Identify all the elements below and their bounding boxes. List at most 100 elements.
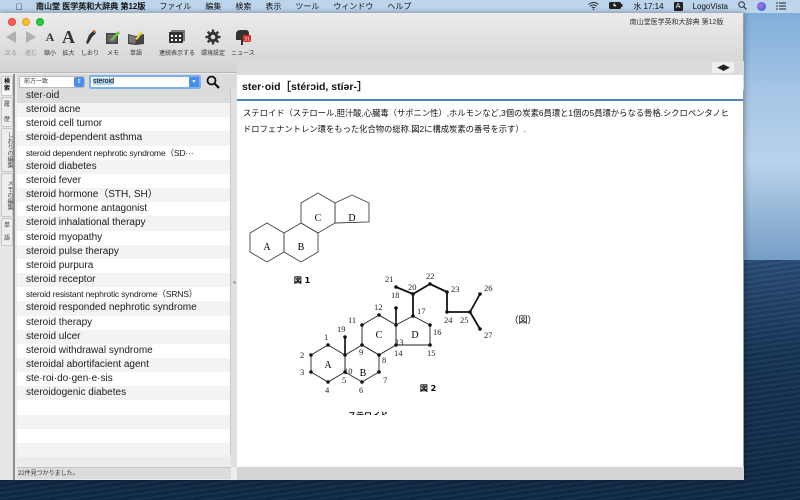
atom-dot	[343, 335, 347, 339]
bookmark-button[interactable]: しおり	[81, 27, 99, 57]
result-list-item[interactable]: steroidal abortifacient agent	[17, 357, 230, 373]
result-list-item[interactable]: steroid myopathy	[17, 231, 230, 245]
steroid-figure: A B C D 図 1 1234567891011121314 15161718…	[249, 192, 537, 415]
wifi-icon[interactable]	[588, 1, 600, 12]
notification-center-icon[interactable]	[776, 1, 786, 12]
result-list-item[interactable]: steroid hormone（STH, SH）	[17, 188, 230, 203]
menu-tools[interactable]: ツール	[295, 1, 319, 12]
result-list-item[interactable]: ste·roi·do·gen·e·sis	[17, 372, 230, 386]
result-list-item[interactable]: steroid pulse therapy	[17, 244, 230, 259]
settings-button[interactable]: 環境設定	[201, 27, 225, 57]
atom-dot	[478, 327, 482, 331]
enlarge-label: 拡大	[62, 51, 75, 57]
atom-dot	[428, 343, 432, 347]
atom-number-label: 22	[426, 271, 435, 281]
search-button[interactable]	[206, 75, 220, 89]
continuous-view-button[interactable]: 連続表示する	[159, 27, 195, 57]
side-tab-strip: 検索 履歴 しおりの編集 メモの編集 単語	[0, 74, 15, 480]
result-list-empty-row	[17, 400, 230, 414]
tab-history[interactable]: 履歴	[1, 97, 13, 127]
menu-help[interactable]: ヘルプ	[387, 1, 411, 12]
wordbook-label: 単語	[130, 51, 143, 57]
fig2-ring-b: B	[360, 368, 367, 379]
shrink-font-button[interactable]: A 縮小	[44, 27, 56, 58]
window-title: 南山堂医学英和大辞典 第12版	[629, 19, 724, 26]
tab-wordbook[interactable]: 単語	[1, 218, 13, 246]
back-button[interactable]: 戻る	[4, 27, 18, 57]
result-list-item[interactable]: steroid receptor	[17, 273, 230, 288]
menu-file[interactable]: ファイル	[159, 1, 191, 12]
atom-number-label: 11	[348, 315, 356, 325]
search-input-value: steroid	[93, 78, 115, 85]
atom-number-label: 15	[427, 348, 436, 358]
atom-number-label: 3	[300, 367, 304, 377]
atom-number-label: 25	[460, 315, 469, 325]
news-button[interactable]: 31 ニュース	[231, 27, 255, 57]
match-mode-select[interactable]: 前方一致 ⇕	[19, 76, 85, 88]
entry-nav-arrows[interactable]: ◀ ▶	[712, 62, 734, 73]
fig2-ring-a: A	[324, 360, 332, 371]
result-list-item[interactable]: steroid inhalational therapy	[17, 216, 230, 231]
next-entry-arrow-icon[interactable]: ▶	[723, 62, 730, 73]
result-list-item[interactable]: steroid fever	[17, 174, 230, 188]
result-list-item[interactable]: steroid-dependent asthma	[17, 131, 230, 146]
fig2-ring-d: D	[411, 330, 418, 341]
search-input[interactable]: steroid ▾	[89, 75, 201, 89]
result-list-item[interactable]: ster·oid	[17, 89, 230, 104]
result-list-item[interactable]: steroid responded nephrotic syndrome	[17, 301, 230, 316]
spotlight-icon[interactable]	[738, 1, 747, 12]
news-label: ニュース	[231, 51, 255, 57]
result-list-item[interactable]: steroid diabetes	[17, 159, 230, 174]
continuous-view-label: 連続表示する	[159, 51, 196, 57]
memo-button[interactable]: メモ	[105, 27, 121, 57]
chevron-down-icon[interactable]: ▾	[189, 77, 199, 87]
menu-app-name[interactable]: 南山堂 医学英和大辞典 第12版	[36, 1, 145, 12]
forward-label: 進む	[24, 51, 37, 57]
result-list-item[interactable]: steroid dependent nephrotic syndrome（SD·…	[17, 146, 230, 160]
wordbook-button[interactable]: 単語	[127, 27, 145, 57]
tab-search[interactable]: 検索	[1, 76, 13, 96]
menu-search[interactable]: 検索	[235, 1, 251, 12]
atom-dot	[360, 380, 364, 384]
atom-number-label: 16	[433, 327, 442, 337]
result-list-item[interactable]: steroid therapy	[17, 316, 230, 330]
result-list-item[interactable]: steroid hormone antagonist	[17, 202, 230, 216]
result-list-item[interactable]: steroid ulcer	[17, 329, 230, 344]
clock[interactable]: 水 17:14	[633, 1, 663, 12]
svg-text:31: 31	[244, 37, 250, 43]
back-arrow-icon	[6, 31, 16, 43]
bookmark-label: しおり	[81, 51, 100, 57]
atom-dot	[394, 323, 398, 327]
atom-dot	[360, 323, 364, 327]
enlarge-font-button[interactable]: A 拡大	[62, 27, 75, 57]
atom-dot	[445, 310, 449, 314]
result-list-item[interactable]: steroid acne	[17, 103, 230, 118]
result-list-item[interactable]: steroidogenic diabetes	[17, 386, 230, 401]
menu-window[interactable]: ウィンドウ	[333, 1, 373, 12]
result-list-item[interactable]: steroid withdrawal syndrome	[17, 344, 230, 358]
siri-icon[interactable]	[757, 2, 766, 11]
result-list-item[interactable]: steroid cell tumor	[17, 117, 230, 131]
menu-edit[interactable]: 編集	[205, 1, 221, 12]
user-name[interactable]: LogoVista	[693, 2, 728, 11]
atom-dot	[428, 323, 432, 327]
menu-view[interactable]: 表示	[265, 1, 281, 12]
input-mode-indicator[interactable]: A	[673, 2, 683, 11]
tab-bookmark-edit[interactable]: しおりの編集	[1, 128, 13, 172]
apple-menu-icon[interactable]: 	[12, 2, 26, 12]
battery-icon[interactable]	[609, 2, 623, 11]
atom-dot	[411, 292, 415, 296]
atom-number-label: 23	[451, 284, 460, 294]
bookmark-icon	[86, 30, 97, 44]
atom-number-label: 17	[417, 306, 426, 316]
atom-dot	[445, 290, 449, 294]
result-list-item[interactable]: steroid resistant nephrotic syndrome（SRN…	[17, 287, 230, 301]
forward-button[interactable]: 進む	[24, 27, 38, 57]
atom-dot	[394, 306, 398, 310]
tab-search-label-1: 検	[3, 79, 10, 85]
atom-number-label: 26	[484, 283, 493, 293]
match-mode-value: 前方一致	[24, 79, 49, 85]
tab-memo-edit[interactable]: メモの編集	[1, 173, 13, 217]
font-large-icon: A	[62, 27, 76, 47]
result-list-item[interactable]: steroid purpura	[17, 259, 230, 273]
